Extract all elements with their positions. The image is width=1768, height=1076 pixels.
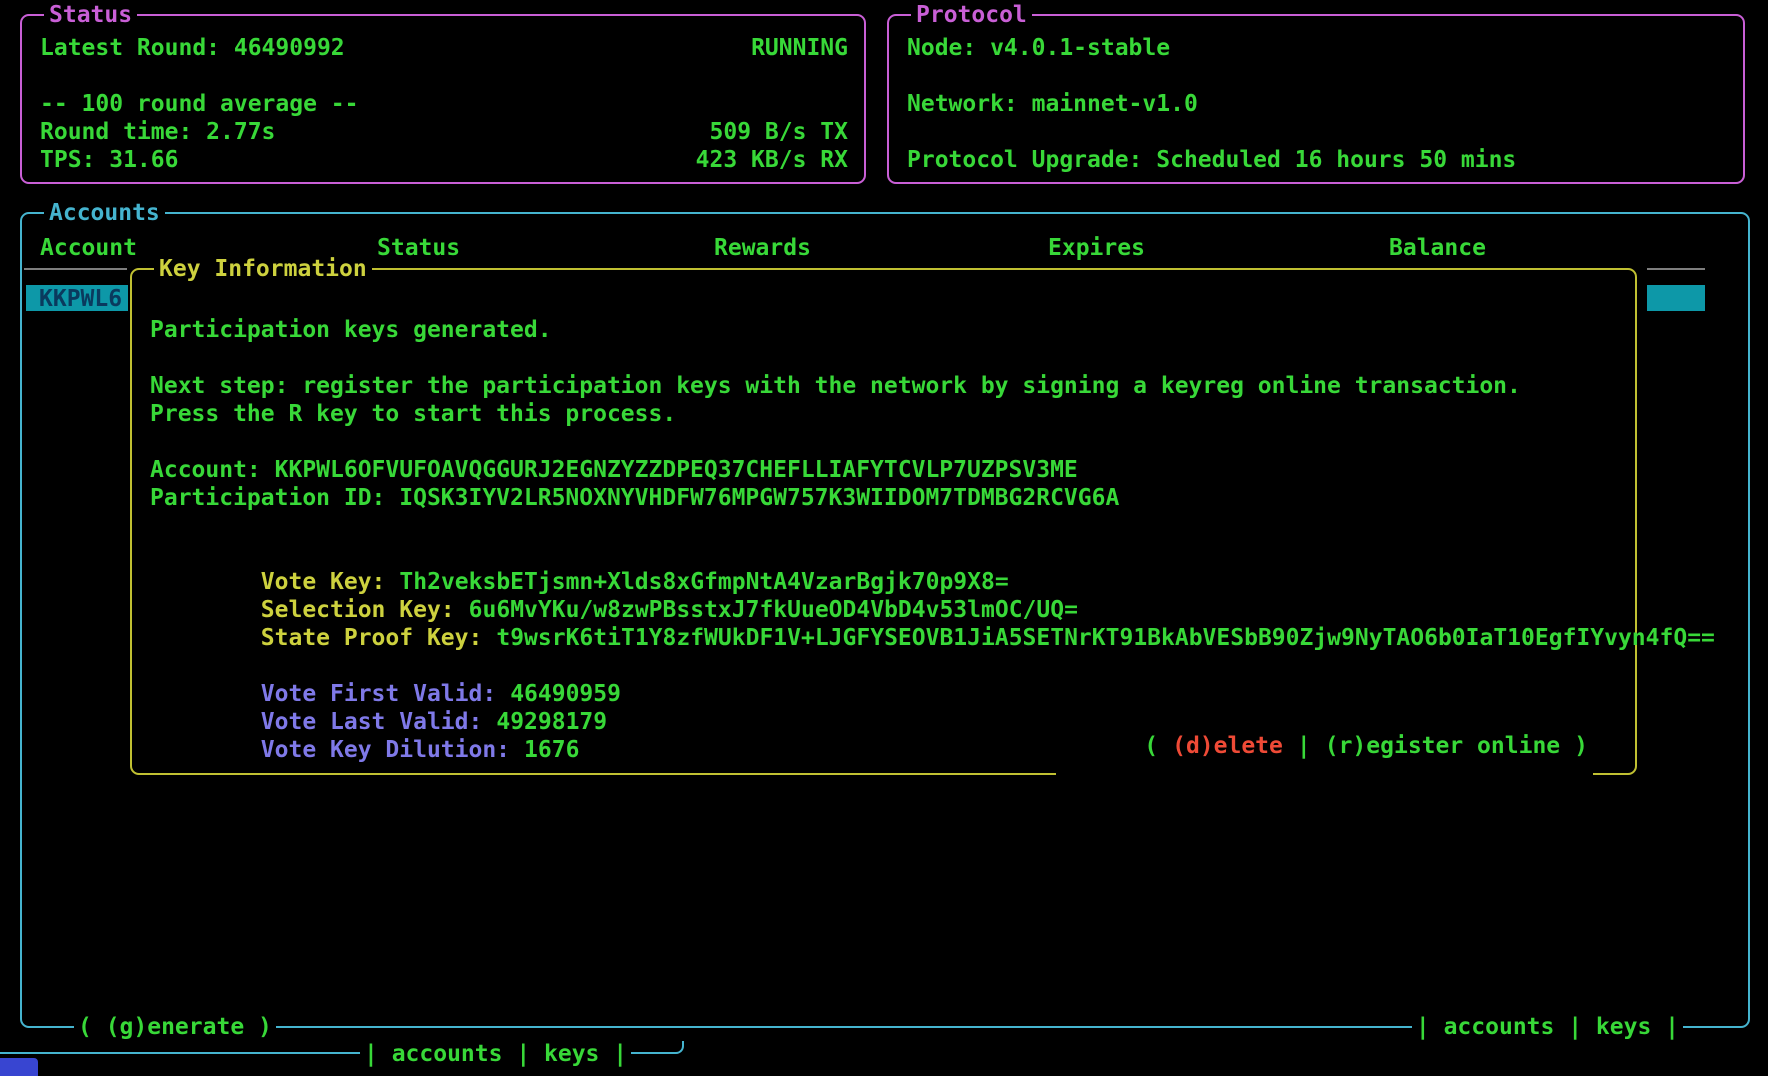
terminal-corner-block <box>0 1058 38 1076</box>
vote-first-valid-label: Vote First Valid: <box>261 681 496 707</box>
vote-key-label: Vote Key: <box>261 569 386 595</box>
protocol-panel: Protocol Node: v4.0.1-stable Network: ma… <box>887 14 1745 184</box>
column-header-expires: Expires <box>1048 234 1145 262</box>
round-time-text: Round time: 2.77s <box>40 118 275 146</box>
round-average-header: -- 100 round average -- <box>40 90 848 118</box>
actions-open-paren: ( <box>1144 733 1158 759</box>
actions-separator: | <box>1297 733 1311 759</box>
vote-first-valid-value: 46490959 <box>510 681 621 707</box>
tx-rate-text: 509 B/s TX <box>710 118 848 146</box>
dialog-actions: ( (d)elete | (r)egister online) <box>1056 704 1593 788</box>
column-header-balance: Balance <box>1389 234 1486 262</box>
generate-action[interactable]: ( (g)enerate ) <box>74 1013 276 1041</box>
accounts-panel-title: Accounts <box>44 199 165 227</box>
actions-close-paren: ) <box>1574 733 1588 759</box>
latest-round-text: Latest Round: 46490992 <box>40 34 345 62</box>
selection-key-label: Selection Key: <box>261 597 455 623</box>
vote-key-dilution-value: 1676 <box>524 737 579 763</box>
status-panel-title: Status <box>44 1 137 29</box>
protocol-upgrade-text: Protocol Upgrade: Scheduled 16 hours 50 … <box>907 146 1727 174</box>
node-version-text: Node: v4.0.1-stable <box>907 34 1727 62</box>
tps-text: TPS: 31.66 <box>40 146 178 174</box>
next-step-line1: Next step: register the participation ke… <box>150 372 1619 400</box>
header-separator-left <box>24 268 127 270</box>
status-panel: Status Latest Round: 46490992 RUNNING --… <box>20 14 866 184</box>
register-online-action[interactable]: (r)egister online <box>1325 733 1560 759</box>
header-separator-right <box>1647 268 1705 270</box>
key-information-dialog: Key Information Participation keys gener… <box>130 268 1637 775</box>
terminal-screen: Status Latest Round: 46490992 RUNNING --… <box>0 0 1768 1076</box>
selected-row-balance-cell[interactable] <box>1647 285 1705 311</box>
delete-action[interactable]: (d)elete <box>1172 733 1283 759</box>
run-state-badge: RUNNING <box>751 34 848 62</box>
key-information-title: Key Information <box>154 255 372 283</box>
vote-last-valid-value: 49298179 <box>496 709 607 735</box>
bottom-accounts-keys-tabs[interactable]: | accounts | keys | <box>360 1040 631 1068</box>
accounts-keys-tabs[interactable]: | accounts | keys | <box>1412 1013 1683 1041</box>
next-step-line2: Press the R key to start this process. <box>150 400 1619 428</box>
rx-rate-text: 423 KB/s RX <box>696 146 848 174</box>
keys-generated-message: Participation keys generated. <box>150 316 1619 344</box>
network-text: Network: mainnet-v1.0 <box>907 90 1727 118</box>
selected-account-text: KKPWL6 <box>26 286 122 312</box>
selection-key-value: 6u6MvYKu/w8zwPBsstxJ7fkUueOD4VbD4v53lmOC… <box>469 597 1078 623</box>
column-header-status: Status <box>377 234 460 262</box>
vote-last-valid-label: Vote Last Valid: <box>261 709 483 735</box>
selected-account-row[interactable]: KKPWL6 <box>26 285 128 311</box>
account-address-line: Account: KKPWL6OFVUFOAVQGGURJ2EGNZYZZDPE… <box>150 456 1619 484</box>
column-header-account: Account <box>40 234 137 262</box>
vote-key-value: Th2veksbETjsmn+Xlds8xGfmpNtA4VzarBgjk70p… <box>399 569 1008 595</box>
state-proof-key-label: State Proof Key: <box>261 625 483 651</box>
participation-id-line: Participation ID: IQSK3IYV2LR5NOXNYVHDFW… <box>150 484 1619 512</box>
state-proof-key-value: t9wsrK6tiT1Y8zfWUkDF1V+LJGFYSEOVB1JiA5SE… <box>496 625 1715 651</box>
vote-key-dilution-label: Vote Key Dilution: <box>261 737 510 763</box>
background-window-corner <box>668 1041 684 1054</box>
protocol-panel-title: Protocol <box>911 1 1032 29</box>
column-header-rewards: Rewards <box>714 234 811 262</box>
